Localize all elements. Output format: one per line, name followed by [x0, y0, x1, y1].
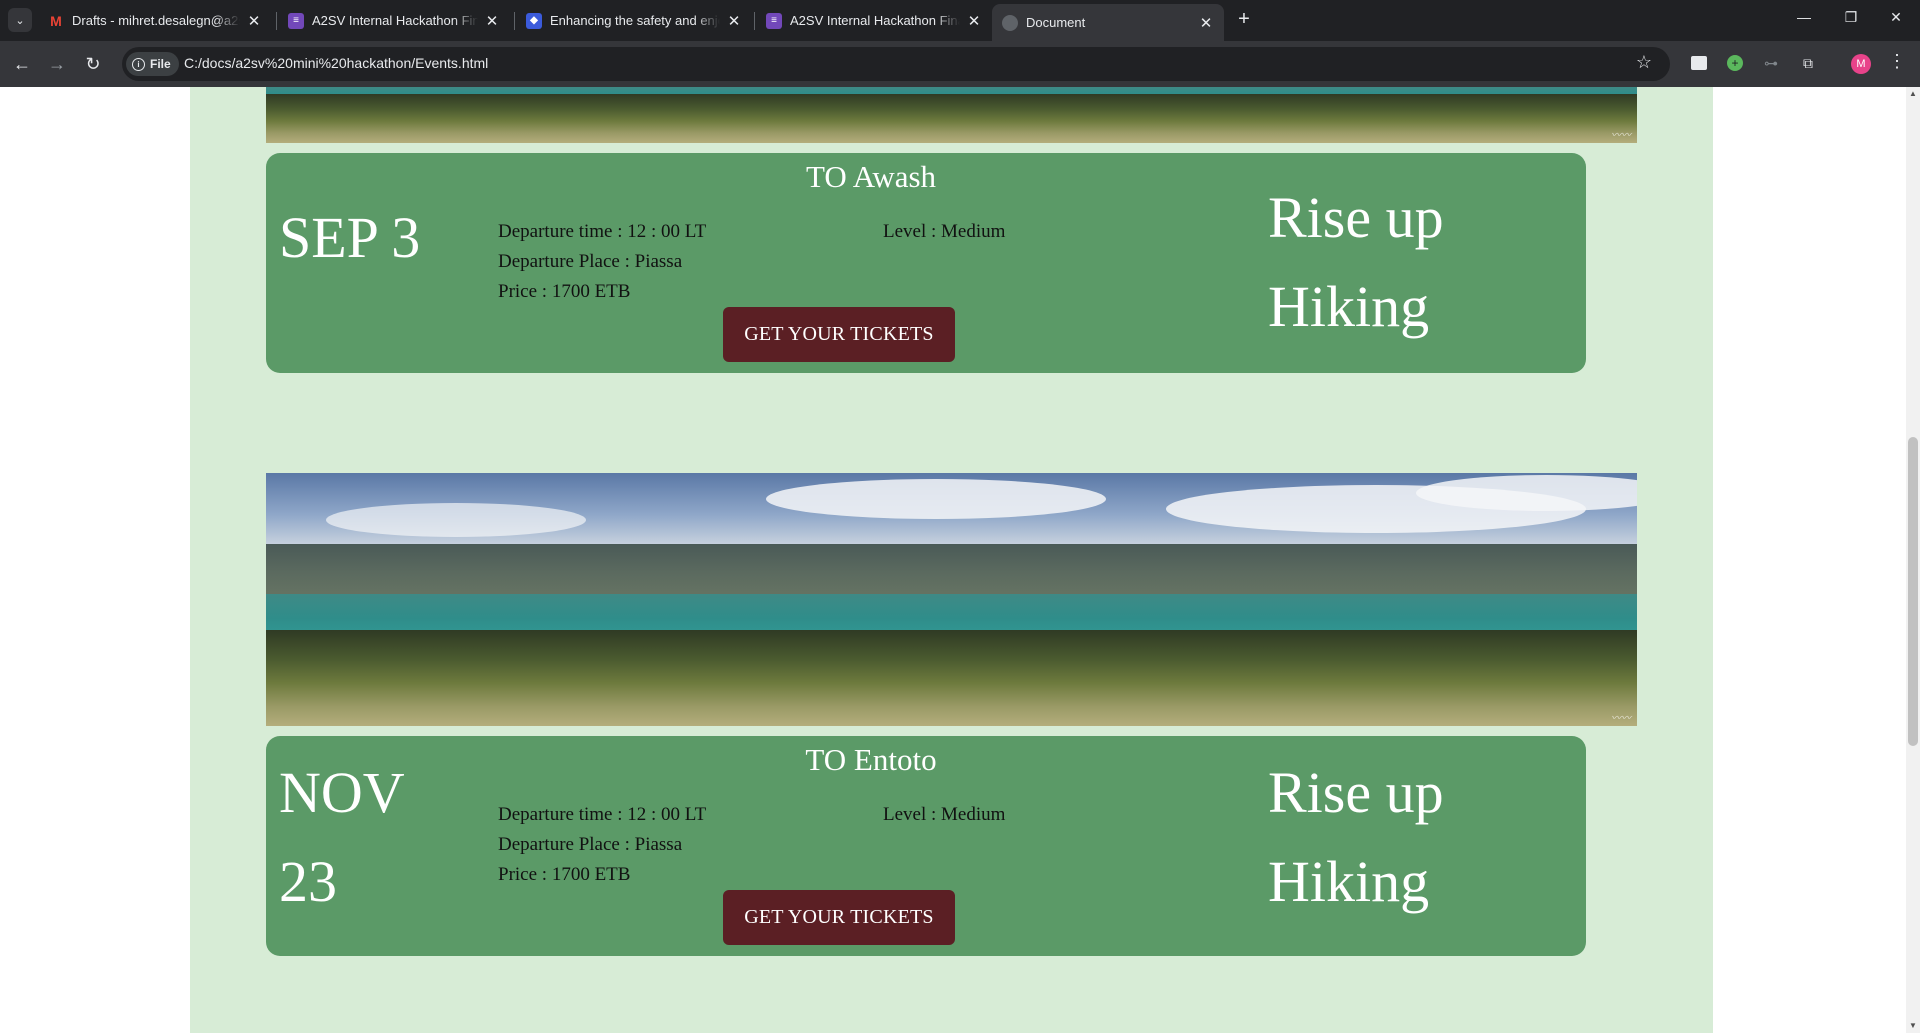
event-tagline: Rise up Hiking — [1268, 173, 1444, 351]
photo-cloud — [326, 503, 586, 537]
tab-gmail-drafts[interactable]: M Drafts - mihret.desalegn@a2sv ✕ — [38, 5, 272, 36]
event-details: Departure time : 12 : 00 LT Departure Pl… — [498, 217, 706, 307]
photo-watermark: 〰〰 — [1611, 130, 1631, 141]
scrollbar-thumb[interactable] — [1908, 437, 1918, 746]
profile-avatar[interactable]: M — [1851, 54, 1871, 74]
close-window-icon[interactable]: ✕ — [1886, 9, 1906, 26]
event-photo-entoto: 〰〰 — [266, 473, 1637, 726]
tab-title: Enhancing the safety and enjoy — [550, 13, 720, 28]
difficulty-level: Level : Medium — [883, 804, 1006, 825]
event-card-entoto: TO Entoto NOV 23 Departure time : 12 : 0… — [266, 736, 1586, 956]
chevron-down-icon: ⌄ — [15, 14, 25, 27]
close-tab-icon[interactable]: ✕ — [966, 12, 982, 30]
scroll-down-icon[interactable]: ▼ — [1906, 1019, 1920, 1033]
restore-icon[interactable]: ❐ — [1841, 9, 1861, 26]
extensions-puzzle-icon[interactable]: ⧉ — [1797, 52, 1819, 74]
globe-icon — [1002, 14, 1018, 31]
event-date-line1: SEP 3 — [279, 205, 421, 270]
photo-foreground — [266, 629, 1637, 726]
departure-place: Departure Place : Piassa — [498, 834, 683, 855]
event-card-awash: TO Awash SEP 3 Departure time : 12 : 00 … — [266, 153, 1586, 373]
event-photo-awash: 〰〰 — [266, 87, 1637, 143]
gmail-icon: M — [50, 12, 62, 29]
close-tab-icon[interactable]: ✕ — [246, 12, 262, 30]
extension-icon[interactable] — [1688, 52, 1710, 74]
url-text[interactable]: C:/docs/a2sv%20mini%20hackathon/Events.h… — [184, 55, 488, 71]
tab-title: A2SV Internal Hackathon Final ( — [790, 13, 960, 28]
minimize-icon[interactable]: — — [1794, 9, 1814, 25]
tab-safety-doc[interactable]: ◆ Enhancing the safety and enjoy ✕ — [516, 5, 752, 36]
site-info-label: File — [150, 57, 171, 71]
photo-foreground — [266, 93, 1637, 143]
site-info-chip[interactable]: i File — [126, 52, 179, 76]
tab-hackathon-form-1[interactable]: ≡ A2SV Internal Hackathon Final ( ✕ — [278, 5, 510, 36]
tab-hackathon-form-2[interactable]: ≡ A2SV Internal Hackathon Final ( ✕ — [756, 5, 992, 36]
tab-separator — [514, 12, 515, 30]
new-tab-icon[interactable]: + — [1232, 8, 1256, 31]
close-tab-icon[interactable]: ✕ — [1198, 14, 1214, 32]
scroll-up-icon[interactable]: ▲ — [1906, 87, 1920, 101]
extension-green-icon[interactable]: + — [1724, 52, 1746, 74]
photo-watermark: 〰〰 — [1611, 713, 1631, 724]
price: Price : 1700 ETB — [498, 281, 631, 302]
reload-icon[interactable]: ↻ — [80, 51, 106, 77]
back-icon[interactable]: ← — [9, 51, 35, 77]
info-icon: i — [132, 57, 145, 71]
bookmark-star-icon[interactable]: ☆ — [1636, 52, 1652, 73]
close-tab-icon[interactable]: ✕ — [484, 12, 500, 30]
departure-time: Departure time : 12 : 00 LT — [498, 221, 707, 242]
event-date-line2: 23 — [279, 849, 337, 914]
departure-time: Departure time : 12 : 00 LT — [498, 804, 707, 825]
forward-icon[interactable]: → — [44, 51, 70, 77]
departure-place: Departure Place : Piassa — [498, 251, 683, 272]
address-bar[interactable]: i File C:/docs/a2sv%20mini%20hackathon/E… — [122, 47, 1670, 81]
get-tickets-button[interactable]: GET YOUR TICKETS — [723, 890, 955, 945]
page-viewport: 〰〰 TO Awash SEP 3 Departure time : 12 : … — [0, 87, 1906, 1033]
tab-title: A2SV Internal Hackathon Final ( — [312, 13, 478, 28]
tab-document-active[interactable]: Document ✕ — [992, 4, 1224, 41]
shield-icon: ◆ — [526, 12, 542, 29]
price: Price : 1700 ETB — [498, 864, 631, 885]
get-tickets-button[interactable]: GET YOUR TICKETS — [723, 307, 955, 362]
event-date: SEP 3 — [279, 193, 459, 282]
tagline-line2: Hiking — [1268, 849, 1430, 914]
close-tab-icon[interactable]: ✕ — [726, 12, 742, 30]
tab-title: Document — [1026, 15, 1086, 30]
tagline-line2: Hiking — [1268, 274, 1430, 339]
tagline-line1: Rise up — [1268, 185, 1444, 250]
event-date-line1: NOV — [279, 760, 405, 825]
photo-cloud — [766, 479, 1106, 519]
tab-separator — [276, 12, 277, 30]
event-tagline: Rise up Hiking — [1268, 748, 1444, 926]
forms-icon: ≡ — [766, 12, 782, 29]
tab-title: Drafts - mihret.desalegn@a2sv — [72, 13, 240, 28]
more-menu-icon[interactable]: ⋮ — [1888, 51, 1906, 72]
tab-search-button[interactable]: ⌄ — [8, 8, 32, 32]
forms-icon: ≡ — [288, 12, 304, 29]
browser-toolbar: ← → ↻ i File C:/docs/a2sv%20mini%20hacka… — [0, 41, 1920, 87]
event-date: NOV 23 — [279, 748, 459, 926]
tab-separator — [754, 12, 755, 30]
tagline-line1: Rise up — [1268, 760, 1444, 825]
extension-key-icon[interactable]: ⊶ — [1760, 52, 1782, 74]
difficulty-level: Level : Medium — [883, 221, 1006, 242]
tab-strip: ⌄ M Drafts - mihret.desalegn@a2sv ✕ ≡ A2… — [0, 0, 1920, 41]
event-details: Departure time : 12 : 00 LT Departure Pl… — [498, 800, 706, 890]
